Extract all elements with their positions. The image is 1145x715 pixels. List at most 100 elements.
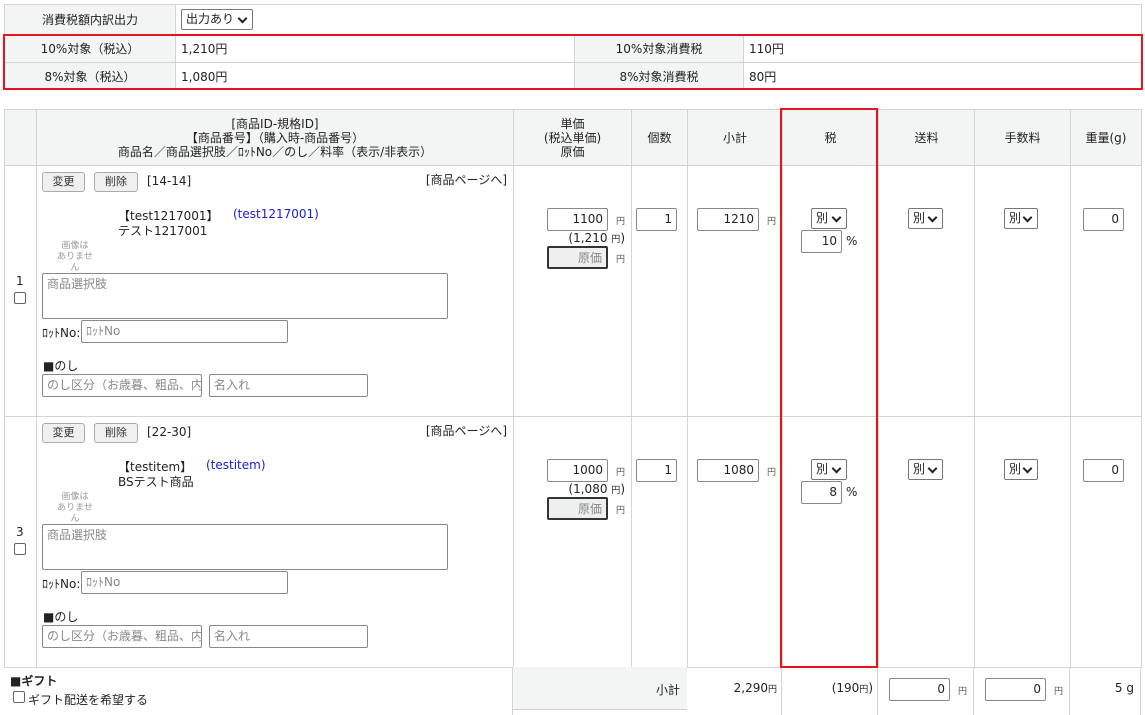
product-page-link[interactable]: [商品ページへ] xyxy=(426,171,507,188)
tax-output-select[interactable]: 出力あり xyxy=(181,9,253,30)
footer-tax-value: (190 xyxy=(831,681,860,695)
tax-type-select[interactable]: 別 xyxy=(811,208,847,229)
gift-section: ■ギフト ギフト配送を希望する xyxy=(4,667,513,715)
change-button[interactable]: 変更 xyxy=(42,172,85,192)
price-incl-tax: (1,210 円) xyxy=(568,231,625,245)
weight-cell: 0 xyxy=(1070,165,1142,417)
row-number-cell: 1 xyxy=(4,165,37,417)
header-fee: 手数料 xyxy=(974,109,1071,166)
ten-percent-value: 1,210円 xyxy=(175,34,575,63)
eight-percent-label: 8%対象（税込） xyxy=(4,62,176,90)
subtotal-cell: 1080 円 xyxy=(687,416,783,668)
shipping-type-select[interactable]: 別 xyxy=(908,459,943,480)
shipping-type-select[interactable]: 別 xyxy=(908,208,943,229)
product-ids: [14-14] xyxy=(147,174,192,188)
product-cell: 変更 削除 [14-14] [商品ページへ] 【test1217001】 (te… xyxy=(36,165,514,417)
fee-cell: 別 xyxy=(974,416,1071,668)
yen-label: 円 xyxy=(767,685,777,695)
noshi-label: ■のし xyxy=(43,359,79,373)
tax-type-select[interactable]: 別 xyxy=(811,459,847,480)
footer-subtotal-cell: 2,290円 xyxy=(687,667,782,715)
footer-weight: 5 g xyxy=(1114,681,1134,695)
weight-input[interactable]: 0 xyxy=(1083,208,1124,231)
header-product-line2: 【商品番号】（購入時-商品番号） xyxy=(185,130,365,145)
product-page-link[interactable]: [商品ページへ] xyxy=(426,422,507,439)
header-shipping: 送料 xyxy=(878,109,975,166)
eight-percent-value: 1,080円 xyxy=(175,62,575,90)
header-row-number xyxy=(4,109,37,166)
name-input[interactable]: 名入れ xyxy=(209,625,368,648)
yen-label: 円 xyxy=(616,468,626,478)
purchase-code-link[interactable]: (test1217001) xyxy=(233,207,319,221)
header-price: 単価 (税込単価) 原価 xyxy=(513,109,632,166)
product-name: テスト1217001 xyxy=(118,224,208,238)
unit-price-input[interactable]: 1100 xyxy=(547,208,608,231)
option-textarea[interactable]: 商品選択肢 xyxy=(42,273,448,319)
yen-label: 円 xyxy=(616,217,626,227)
weight-input[interactable]: 0 xyxy=(1083,459,1124,482)
shipping-cell: 別 xyxy=(878,165,975,417)
footer-tax: (190円) xyxy=(832,681,873,695)
footer-weight-cell: 5 g xyxy=(1070,667,1141,715)
ten-percent-tax-label: 10%対象消費税 xyxy=(574,34,744,63)
shipping-cell: 別 xyxy=(878,416,975,668)
unit-price-input[interactable]: 1000 xyxy=(547,459,608,482)
fee-type-select[interactable]: 別 xyxy=(1004,459,1038,480)
gift-checkbox[interactable] xyxy=(13,691,25,703)
subtotal-input[interactable]: 1210 xyxy=(697,208,759,231)
row-number: 1 xyxy=(16,274,24,288)
footer-subtotal: 2,290円 xyxy=(734,681,777,695)
price-incl-tax: (1,080 円) xyxy=(568,482,625,496)
row-select-checkbox[interactable] xyxy=(14,543,26,555)
price-incl-close: ) xyxy=(620,231,625,245)
price-incl-value: (1,080 xyxy=(568,482,608,496)
change-button[interactable]: 変更 xyxy=(42,423,85,443)
cost-input[interactable]: 原価 xyxy=(547,497,608,520)
row-number: 3 xyxy=(16,525,24,539)
qty-cell: 1 xyxy=(631,416,688,668)
gift-checkbox-label[interactable]: ギフト配送を希望する xyxy=(28,691,148,708)
header-product-line3: 商品名／商品選択肢／ﾛｯﾄNo／のし／料率（表示/非表示） xyxy=(117,144,433,159)
tax-rate-input[interactable]: 10 xyxy=(801,230,842,253)
tax-rate-input[interactable]: 8 xyxy=(801,481,842,504)
no-image-placeholder: 画像は ありません xyxy=(53,241,97,274)
fee-type-select[interactable]: 別 xyxy=(1004,208,1038,229)
header-qty: 個数 xyxy=(631,109,688,166)
row-select-checkbox[interactable] xyxy=(14,292,26,304)
items-table: [商品ID-規格ID] 【商品番号】（購入時-商品番号） 商品名／商品選択肢／ﾛ… xyxy=(4,109,1142,668)
footer-shipping-input[interactable]: 0 xyxy=(889,678,950,701)
delete-button[interactable]: 削除 xyxy=(94,172,138,192)
item-row: 3 変更 削除 [22-30] [商品ページへ] 【testitem】 (tes… xyxy=(4,416,1142,668)
no-image-text-2: ありません xyxy=(57,503,93,524)
cost-input[interactable]: 原価 xyxy=(547,246,608,269)
footer-shipping-cell: 0 円 xyxy=(878,667,974,715)
noshi-type-input[interactable]: のし区分（お歳暮、粗品、内 xyxy=(42,625,202,648)
header-subtotal: 小計 xyxy=(687,109,783,166)
footer-fee-cell: 0 円 xyxy=(974,667,1070,715)
lot-label: ﾛｯﾄNo: xyxy=(42,577,81,591)
header-price-line1: 単価 xyxy=(560,116,585,131)
purchase-code-link[interactable]: (testitem) xyxy=(206,458,266,472)
header-price-line3: 原価 xyxy=(560,144,585,159)
delete-button[interactable]: 削除 xyxy=(94,423,138,443)
lot-input[interactable]: ﾛｯﾄNo xyxy=(81,571,288,594)
subtotal-input[interactable]: 1080 xyxy=(697,459,759,482)
option-textarea[interactable]: 商品選択肢 xyxy=(42,524,448,570)
yen-label: 円 xyxy=(611,235,621,245)
qty-input[interactable]: 1 xyxy=(636,208,677,231)
header-tax: 税 xyxy=(782,109,879,166)
noshi-type-input[interactable]: のし区分（お歳暮、粗品、内 xyxy=(42,374,202,397)
tax-output-label: 消費税額内訳出力 xyxy=(4,4,176,35)
name-input[interactable]: 名入れ xyxy=(209,374,368,397)
footer-fee-input[interactable]: 0 xyxy=(985,678,1046,701)
yen-label: 円 xyxy=(1054,687,1064,697)
price-cell: 1100 円 (1,210 円) 原価 円 xyxy=(513,165,632,417)
qty-input[interactable]: 1 xyxy=(636,459,677,482)
lot-input[interactable]: ﾛｯﾄNo xyxy=(81,320,288,343)
price-incl-value: (1,210 xyxy=(568,231,608,245)
yen-label: 円 xyxy=(767,468,777,478)
noshi-label: ■のし xyxy=(43,610,79,624)
no-image-text-1: 画像は xyxy=(61,241,89,251)
gift-label: ■ギフト xyxy=(10,674,58,688)
weight-cell: 0 xyxy=(1070,416,1142,668)
